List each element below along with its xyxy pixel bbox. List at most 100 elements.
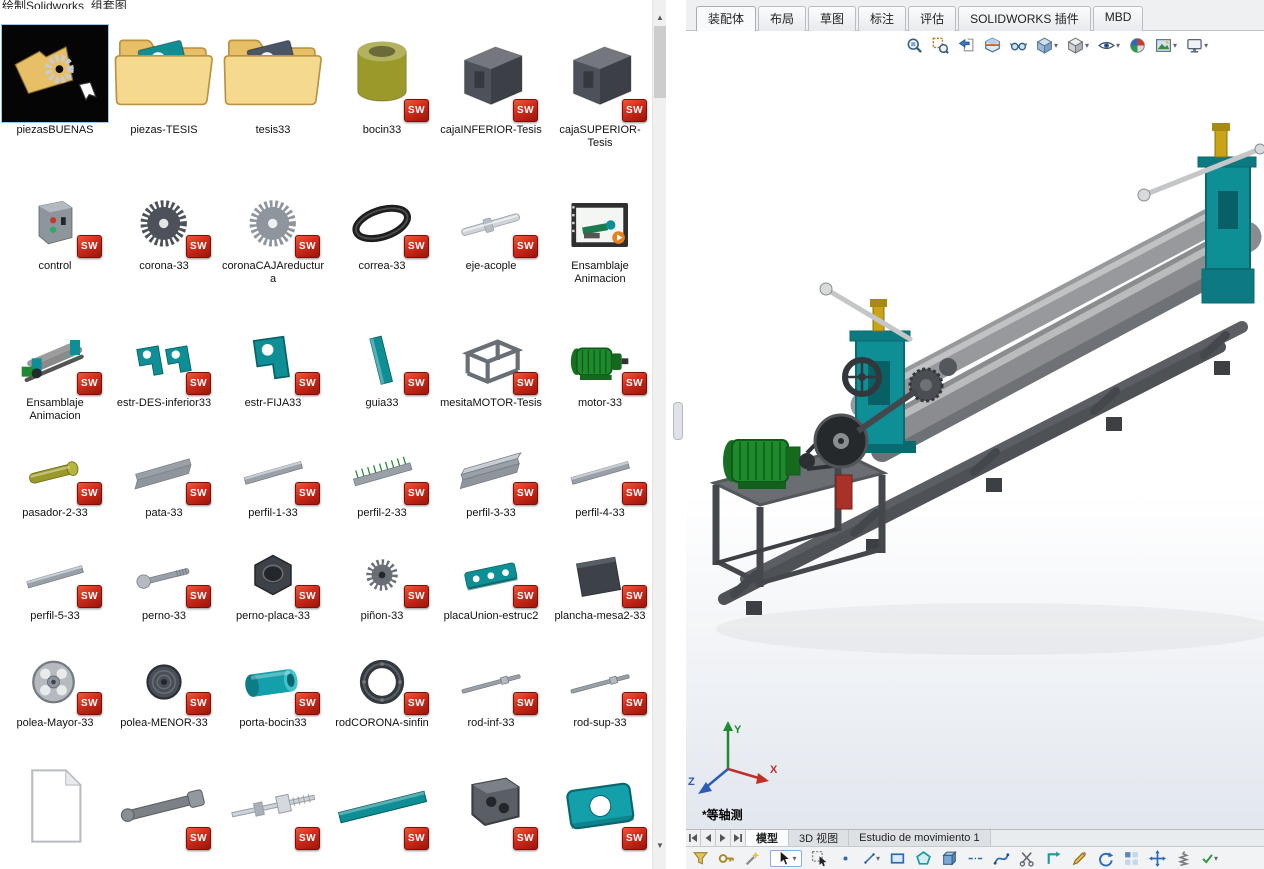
file-item-perfil-2-33[interactable]: SWperfil-2-33 (329, 440, 435, 520)
dropdown-caret-icon[interactable]: ▾ (1204, 41, 1208, 50)
file-item-perfil-3-33[interactable]: SWperfil-3-33 (438, 440, 544, 520)
file-item-plancha-mesa2-33[interactable]: SWplancha-mesa2-33 (547, 545, 653, 623)
file-item-row7-3[interactable]: SW (220, 762, 326, 852)
dropdown-caret-icon[interactable]: ▾ (876, 854, 880, 863)
file-item-perfil-1-33[interactable]: SWperfil-1-33 (220, 440, 326, 520)
file-item-rod-inf-33[interactable]: SWrod-inf-33 (438, 652, 544, 730)
file-item-piezas-TESIS[interactable]: piezas-TESIS (111, 25, 217, 137)
trim-tool-icon[interactable] (1019, 850, 1036, 867)
dropdown-caret-icon[interactable]: ▾ (792, 854, 796, 863)
file-item-correa-33[interactable]: SWcorrea-33 (329, 192, 435, 273)
file-item-bocin33[interactable]: SWbocin33 (329, 25, 435, 137)
dynamic-annotation-icon[interactable] (1010, 37, 1027, 54)
view-orientation-icon[interactable]: ▾ (1036, 37, 1058, 54)
ribbon-tab-评估[interactable]: 评估 (908, 6, 956, 31)
bottom-tab-3D-视图[interactable]: 3D 视图 (789, 830, 849, 846)
splitter-handle[interactable] (673, 402, 683, 440)
file-item-motor-33[interactable]: SWmotor-33 (547, 325, 653, 410)
file-item-corona-33[interactable]: SWcorona-33 (111, 192, 217, 273)
file-item-piezasBUENAS[interactable]: piezasBUENAS (2, 25, 108, 137)
ribbon-tab-布局[interactable]: 布局 (758, 6, 806, 31)
file-item-mesitaMOTOR-Tesis[interactable]: SWmesitaMOTOR-Tesis (438, 325, 544, 410)
scroll-down-icon[interactable]: ▼ (653, 838, 667, 853)
scroll-up-icon[interactable]: ▲ (653, 10, 667, 25)
file-item-placaUnion-estruc2[interactable]: SWplacaUnion-estruc2 (438, 545, 544, 623)
dropdown-caret-icon[interactable]: ▾ (1173, 41, 1177, 50)
section-view-icon[interactable] (984, 37, 1001, 54)
file-item-row7-4[interactable]: SW (329, 762, 435, 852)
select-tool-icon[interactable]: ▾ (770, 850, 802, 867)
centerline-tool-icon[interactable] (967, 850, 984, 867)
spring-tool-icon[interactable] (1175, 850, 1192, 867)
dropdown-caret-icon[interactable]: ▾ (1116, 41, 1120, 50)
file-item-row7-6[interactable]: SW (547, 762, 653, 852)
file-item-piñon-33[interactable]: SWpiñon-33 (329, 545, 435, 623)
scrollbar-thumb[interactable] (654, 26, 666, 98)
dropdown-caret-icon[interactable]: ▾ (1054, 41, 1058, 50)
file-item-polea-Mayor-33[interactable]: SWpolea-Mayor-33 (2, 652, 108, 730)
file-item-cajaSUPERIOR-Tesis[interactable]: SWcajaSUPERIOR-Tesis (547, 25, 653, 150)
zoom-to-area-icon[interactable] (932, 37, 949, 54)
file-item-guia33[interactable]: SWguia33 (329, 325, 435, 410)
hide-show-items-icon[interactable]: ▾ (1098, 37, 1120, 54)
file-panel-scrollbar[interactable]: ▲ ▼ (652, 0, 666, 869)
file-item-porta-bocin33[interactable]: SWporta-bocin33 (220, 652, 326, 730)
ribbon-tab-标注[interactable]: 标注 (858, 6, 906, 31)
display-style-icon[interactable]: ▾ (1067, 37, 1089, 54)
ribbon-tab-SOLIDWORKS 插件[interactable]: SOLIDWORKS 插件 (958, 6, 1091, 31)
ribbon-tab-MBD[interactable]: MBD (1093, 6, 1144, 31)
view-settings-icon[interactable]: ▾ (1186, 37, 1208, 54)
first-frame-icon[interactable] (686, 830, 701, 846)
line-tool-icon[interactable]: ▾ (863, 850, 880, 867)
file-item-perfil-4-33[interactable]: SWperfil-4-33 (547, 440, 653, 520)
point-tool-icon[interactable] (837, 850, 854, 867)
file-item-Ensamblaje-Animacion[interactable]: SWEnsamblaje Animacion (2, 325, 108, 423)
previous-view-icon[interactable] (958, 37, 975, 54)
file-item-coronaCAJAreductura[interactable]: SWcoronaCAJAreductura (220, 192, 326, 286)
graphics-viewport[interactable]: ▾ ▾ ▾ ▾ ▾ (686, 31, 1264, 829)
previous-frame-icon[interactable] (701, 830, 716, 846)
key-tool-icon[interactable] (718, 850, 735, 867)
file-item-rodCORONA-sinfin[interactable]: SWrodCORONA-sinfin (329, 652, 435, 730)
box-select-tool-icon[interactable] (811, 850, 828, 867)
file-item-tesis33[interactable]: tesis33 (220, 25, 326, 137)
rotate-tool-icon[interactable] (1097, 850, 1114, 867)
file-item-Ensamblaje-Animacion[interactable]: Ensamblaje Animacion (547, 192, 653, 286)
file-item-estr-DES-inferior33[interactable]: SWestr-DES-inferior33 (111, 325, 217, 410)
ribbon-tab-装配体[interactable]: 装配体 (696, 6, 756, 31)
dropdown-caret-icon[interactable]: ▾ (1214, 854, 1218, 863)
file-item-row7-5[interactable]: SW (438, 762, 544, 852)
edit-appearance-icon[interactable] (1129, 37, 1146, 54)
polygon-tool-icon[interactable] (915, 850, 932, 867)
file-item-perno-placa-33[interactable]: SWperno-placa-33 (220, 545, 326, 623)
file-item-cajaINFERIOR-Tesis[interactable]: SWcajaINFERIOR-Tesis (438, 25, 544, 137)
bottom-tab-Estudio-de-movimiento-1[interactable]: Estudio de movimiento 1 (849, 830, 990, 846)
rectangle-tool-icon[interactable] (889, 850, 906, 867)
file-item-estr-FIJA33[interactable]: SWestr-FIJA33 (220, 325, 326, 410)
file-item-control[interactable]: SWcontrol (2, 192, 108, 273)
next-frame-icon[interactable] (716, 830, 731, 846)
file-item-rod-sup-33[interactable]: SWrod-sup-33 (547, 652, 653, 730)
dropdown-caret-icon[interactable]: ▾ (1085, 41, 1089, 50)
move-tool-icon[interactable] (1149, 850, 1166, 867)
solid-box-tool-icon[interactable] (941, 850, 958, 867)
apply-scene-icon[interactable]: ▾ (1155, 37, 1177, 54)
pattern-tool-icon[interactable] (1123, 850, 1140, 867)
pencil-tool-icon[interactable] (1071, 850, 1088, 867)
convert-entities-tool-icon[interactable] (1045, 850, 1062, 867)
file-item-perno-33[interactable]: SWperno-33 (111, 545, 217, 623)
filter-tool-icon[interactable] (692, 850, 709, 867)
file-item-polea-MENOR-33[interactable]: SWpolea-MENOR-33 (111, 652, 217, 730)
evaluate-check-tool-icon[interactable]: ▾ (1201, 850, 1218, 867)
file-item-perfil-5-33[interactable]: SWperfil-5-33 (2, 545, 108, 623)
bottom-tab-模型[interactable]: 模型 (746, 830, 789, 846)
model-3d-view[interactable]: Y X Z (686, 31, 1264, 829)
last-frame-icon[interactable] (731, 830, 746, 846)
zoom-to-fit-icon[interactable] (906, 37, 923, 54)
file-item-pata-33[interactable]: SWpata-33 (111, 440, 217, 520)
file-item-row7-1[interactable] (2, 762, 108, 852)
file-item-row7-2[interactable]: SW (111, 762, 217, 852)
magic-wand-tool-icon[interactable] (744, 850, 761, 867)
file-item-eje-acople[interactable]: SWeje-acople (438, 192, 544, 273)
spline-tool-icon[interactable] (993, 850, 1010, 867)
